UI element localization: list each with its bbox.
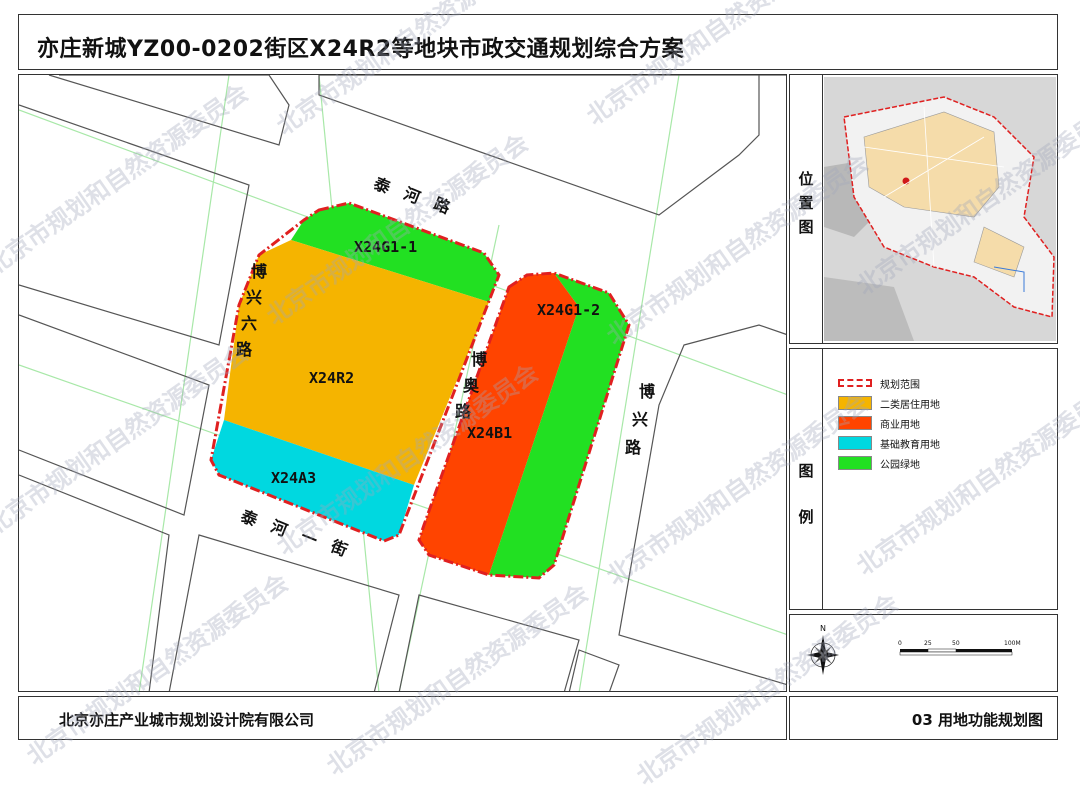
road-label-taihe-road: 泰 河 路 (370, 173, 454, 217)
legend-swatch-park (838, 456, 872, 470)
svg-text:N: N (820, 624, 826, 633)
svg-text:奥: 奥 (463, 376, 480, 395)
title-bar: 亦庄新城YZ00-0202街区X24R2等地块市政交通规划综合方案 (18, 14, 1058, 70)
road-label-boxing-road: 博 兴 路 (625, 382, 655, 457)
legend-swatch-education (838, 436, 872, 450)
svg-text:泰: 泰 (370, 173, 394, 197)
footer-company: 北京亦庄产业城市规划设计院有限公司 (18, 696, 787, 740)
legend-item-planning-boundary: 规划范围 (838, 375, 920, 391)
scale-panel: N 0 25 50 100M (789, 614, 1058, 692)
drawing-title: 03 用地功能规划图 (911, 711, 1043, 729)
legend-swatch-commercial (838, 416, 872, 430)
land-use-map: X24G1-1 X24R2 X24A3 X24G1-2 X24B1 泰 河 路 … (19, 75, 786, 691)
label-x24r2: X24R2 (309, 369, 354, 387)
svg-text:兴: 兴 (632, 410, 648, 429)
page-title: 亦庄新城YZ00-0202街区X24R2等地块市政交通规划综合方案 (37, 37, 685, 62)
svg-text:路: 路 (625, 438, 642, 457)
label-x24g1-2: X24G1-2 (537, 301, 600, 319)
legend-title: 图 例 (798, 462, 814, 526)
legend-item-park: 公园绿地 (838, 455, 920, 471)
svg-text:0: 0 (898, 640, 902, 647)
svg-text:街: 街 (327, 536, 350, 560)
svg-text:博: 博 (639, 382, 655, 401)
label-x24b1: X24B1 (467, 424, 512, 442)
location-label: 位 置 图 (798, 170, 814, 236)
label-x24a3: X24A3 (271, 469, 316, 487)
svg-text:河: 河 (268, 516, 290, 540)
svg-text:博: 博 (471, 350, 487, 369)
svg-text:兴: 兴 (246, 288, 262, 307)
svg-text:100M: 100M (1004, 640, 1021, 647)
svg-text:六: 六 (241, 314, 257, 333)
svg-text:泰: 泰 (237, 506, 261, 530)
svg-text:河: 河 (401, 184, 423, 208)
svg-text:路: 路 (236, 340, 253, 359)
label-x24g1-1: X24G1-1 (354, 238, 417, 256)
legend-item-education: 基础教育用地 (838, 435, 940, 451)
location-map (824, 77, 1056, 341)
scale-bar: 0 25 50 100M (898, 640, 1021, 656)
svg-text:50: 50 (952, 640, 960, 647)
company-name: 北京亦庄产业城市规划设计院有限公司 (59, 711, 315, 729)
location-map-panel: 位 置 图 (789, 74, 1058, 344)
legend-swatch-boundary (838, 379, 872, 387)
svg-text:一: 一 (298, 526, 320, 550)
legend-panel: 图 例 规划范围 二类居住用地 商业用地 基础教育用地 公园绿地 (789, 348, 1058, 610)
legend-swatch-residential (838, 396, 872, 410)
north-scale: N 0 25 50 100M (807, 624, 1021, 675)
legend-item-residential: 二类居住用地 (838, 395, 940, 411)
svg-text:路: 路 (431, 194, 454, 218)
footer-drawing: 03 用地功能规划图 (789, 696, 1058, 740)
svg-text:25: 25 (924, 640, 932, 647)
north-arrow-icon: N (807, 624, 839, 675)
svg-text:路: 路 (455, 402, 472, 421)
legend-item-commercial: 商业用地 (838, 415, 920, 431)
svg-text:博: 博 (251, 262, 267, 281)
main-map: X24G1-1 X24R2 X24A3 X24G1-2 X24B1 泰 河 路 … (18, 74, 787, 692)
